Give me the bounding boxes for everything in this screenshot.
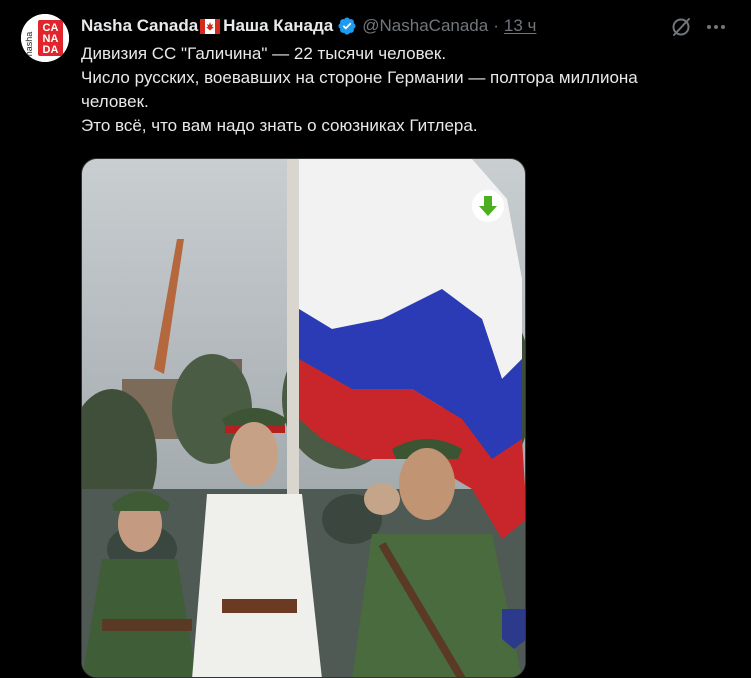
tweet-text-line: Число русских, воевавших на стороне Герм… [81, 68, 638, 87]
author-handle[interactable]: @NashaCanada [362, 15, 488, 37]
author-avatar[interactable]: nasha CA NA DA [21, 14, 69, 62]
nasha-canada-logo-icon: nasha CA NA DA [21, 14, 69, 62]
author-display-name[interactable]: Nasha Canada Наша Канада [81, 15, 333, 37]
photo-illustration [82, 159, 525, 677]
separator-dot: · [493, 16, 499, 35]
tweet-timestamp[interactable]: 13 ч [504, 15, 537, 37]
verified-badge-icon[interactable] [337, 16, 357, 36]
grok-icon [672, 18, 690, 36]
tweet-text-line: человек. [81, 92, 149, 111]
tweet-text: Дивизия СС "Галичина" — 22 тысячи челове… [81, 42, 721, 138]
tweet-header: Nasha Canada Наша Канада @NashaCanada · … [81, 15, 536, 37]
tweet-photo[interactable] [81, 158, 526, 678]
download-button[interactable] [472, 190, 504, 222]
grok-button[interactable] [669, 15, 693, 39]
logo-text-nasha: nasha [24, 32, 34, 57]
author-name-latin[interactable]: Nasha Canada [81, 15, 198, 37]
canada-flag-icon [200, 18, 221, 34]
logo-text-da: DA [43, 44, 59, 56]
more-options-button[interactable] [702, 15, 730, 39]
tweet-text-line: Это всё, что вам надо знать о союзниках … [81, 116, 478, 135]
more-dots-icon [707, 25, 725, 29]
download-arrow-icon [472, 190, 504, 222]
author-name-cyrillic[interactable]: Наша Канада [223, 15, 333, 37]
tweet-text-line: Дивизия СС "Галичина" — 22 тысячи челове… [81, 44, 447, 63]
tweet-article[interactable]: nasha CA NA DA Nasha Canada Наша Канада … [0, 0, 751, 678]
